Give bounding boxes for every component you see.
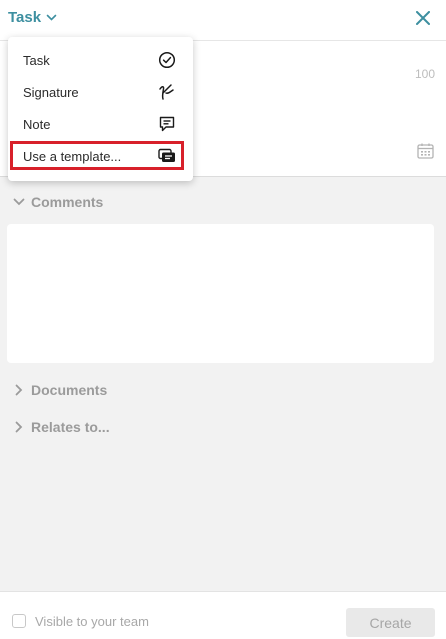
calendar-icon[interactable]: [417, 143, 434, 159]
comments-section-label: Comments: [31, 194, 104, 210]
chevron-right-icon: [15, 384, 23, 396]
menu-item-label: Task: [23, 53, 50, 68]
close-icon[interactable]: [416, 11, 430, 25]
char-count: 100: [414, 67, 435, 81]
signature-icon: [159, 84, 174, 100]
chevron-right-icon: [15, 421, 23, 433]
visible-to-team-label: Visible to your team: [35, 614, 149, 629]
menu-item-task[interactable]: Task: [8, 45, 193, 75]
documents-section-label: Documents: [31, 382, 108, 398]
note-icon: [159, 116, 175, 132]
type-selector[interactable]: Task: [8, 9, 57, 26]
check-circle-icon: [158, 51, 176, 69]
menu-item-note[interactable]: Note: [8, 109, 193, 139]
comments-input[interactable]: [7, 224, 434, 363]
comments-section-toggle[interactable]: Comments: [13, 194, 103, 210]
chevron-down-icon: [13, 198, 25, 206]
relates-to-section-toggle[interactable]: Relates to...: [13, 419, 110, 435]
visible-to-team-checkbox[interactable]: [12, 614, 26, 628]
documents-section-toggle[interactable]: Documents: [13, 382, 107, 398]
create-button[interactable]: Create: [346, 608, 435, 637]
menu-item-label: Signature: [23, 85, 79, 100]
type-dropdown-menu: Task Signature Note Use a template...: [8, 37, 193, 181]
panel-footer: Visible to your team Create: [0, 591, 446, 639]
menu-item-signature[interactable]: Signature: [8, 77, 193, 107]
relates-to-section-label: Relates to...: [31, 419, 110, 435]
menu-item-label: Note: [23, 117, 51, 132]
chevron-down-icon: [46, 14, 57, 21]
template-highlight-box: [10, 141, 184, 170]
type-selector-label: Task: [8, 9, 42, 26]
panel-header: Task: [0, 0, 446, 40]
